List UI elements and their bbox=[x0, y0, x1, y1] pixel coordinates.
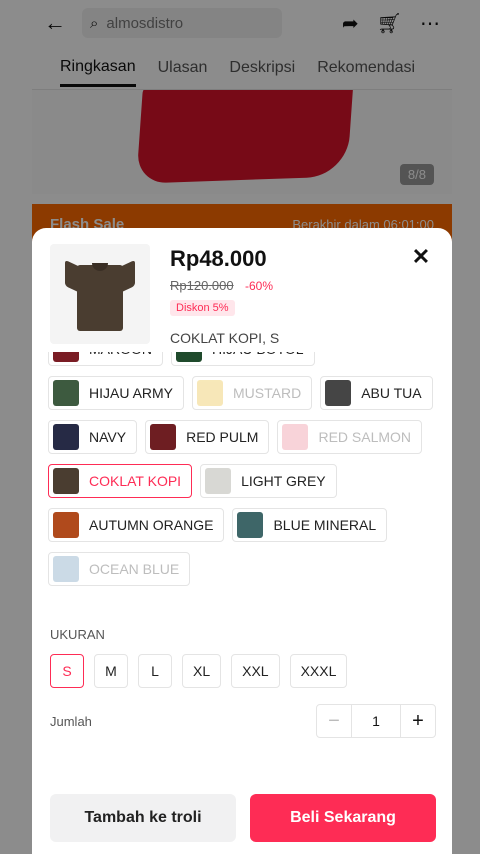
size-options: S M L XL XXL XXXL bbox=[50, 654, 348, 688]
size-option-m[interactable]: M bbox=[94, 654, 128, 688]
color-option-red-salmon: RED SALMON bbox=[277, 420, 423, 454]
color-swatch bbox=[53, 424, 79, 450]
color-label: MAROON bbox=[89, 352, 152, 357]
color-label: MUSTARD bbox=[233, 385, 302, 401]
color-option-navy[interactable]: NAVY bbox=[48, 420, 138, 454]
color-swatch bbox=[282, 424, 309, 450]
variant-sheet: Rp48.000 Rp120.000 -60% Diskon 5% ✕ COKL… bbox=[32, 228, 452, 854]
color-swatch bbox=[53, 468, 79, 494]
size-option-s[interactable]: S bbox=[50, 654, 84, 688]
color-swatch bbox=[197, 380, 224, 406]
close-icon[interactable]: ✕ bbox=[410, 246, 432, 268]
tshirt-image bbox=[65, 255, 135, 333]
color-grid: MAROON HIJAU BOTOL HIJAU ARMY MUSTARD ABU TU… bbox=[48, 352, 448, 596]
color-row: MAROON HIJAU BOTOL bbox=[48, 352, 448, 366]
color-option-mustard: MUSTARD bbox=[192, 376, 313, 410]
color-label: OCEAN BLUE bbox=[89, 561, 180, 577]
color-swatch bbox=[205, 468, 232, 494]
original-price: Rp120.000 bbox=[170, 278, 234, 293]
quantity-stepper: − 1 + bbox=[316, 704, 436, 738]
size-title: UKURAN bbox=[50, 627, 105, 642]
color-label: LIGHT GREY bbox=[241, 473, 326, 489]
color-label: NAVY bbox=[89, 429, 127, 445]
color-option-blue-mineral[interactable]: BLUE MINERAL bbox=[232, 508, 388, 542]
color-row: HIJAU ARMY MUSTARD ABU TUA bbox=[48, 376, 448, 410]
discount-badge: Diskon 5% bbox=[170, 300, 235, 316]
color-label: AUTUMN ORANGE bbox=[89, 517, 214, 533]
color-option-light-grey[interactable]: LIGHT GREY bbox=[200, 464, 337, 498]
color-option-red-pulm[interactable]: RED PULM bbox=[145, 420, 270, 454]
screen: ← ⌕ almosdistro ➦ 🛒︎ ⋯ Ringkasan Ulasan … bbox=[0, 0, 480, 854]
size-option-xl[interactable]: XL bbox=[182, 654, 222, 688]
color-row: AUTUMN ORANGE BLUE MINERAL bbox=[48, 508, 448, 542]
color-swatch bbox=[53, 380, 79, 406]
color-swatch bbox=[53, 352, 79, 362]
color-row: COKLAT KOPI LIGHT GREY bbox=[48, 464, 448, 498]
color-label: HIJAU BOTOL bbox=[212, 352, 304, 357]
color-label: COKLAT KOPI bbox=[89, 473, 182, 489]
increase-quantity-button[interactable]: + bbox=[401, 704, 435, 738]
color-option-autumn-orange[interactable]: AUTUMN ORANGE bbox=[48, 508, 225, 542]
color-row: OCEAN BLUE bbox=[48, 552, 448, 586]
color-label: RED PULM bbox=[186, 429, 259, 445]
size-option-l[interactable]: L bbox=[138, 654, 172, 688]
color-option-hijau-botol[interactable]: HIJAU BOTOL bbox=[171, 352, 315, 366]
color-swatch bbox=[150, 424, 177, 450]
color-options[interactable]: MAROON HIJAU BOTOL HIJAU ARMY MUSTARD ABU TU… bbox=[48, 352, 448, 600]
selected-variant: COKLAT KOPI, S bbox=[170, 330, 280, 346]
color-option-maroon[interactable]: MAROON bbox=[48, 352, 163, 366]
quantity-label: Jumlah bbox=[50, 714, 92, 729]
product-thumbnail bbox=[50, 244, 150, 344]
color-swatch bbox=[53, 512, 79, 538]
color-label: HIJAU ARMY bbox=[89, 385, 174, 401]
color-option-hijau-army[interactable]: HIJAU ARMY bbox=[48, 376, 185, 410]
discount-percent: -60% bbox=[245, 279, 274, 293]
size-option-xxxl[interactable]: XXXL bbox=[289, 654, 348, 688]
current-price: Rp48.000 bbox=[170, 246, 267, 271]
color-label: BLUE MINERAL bbox=[273, 517, 377, 533]
buy-now-button[interactable]: Beli Sekarang bbox=[250, 794, 436, 842]
color-option-abu-tua[interactable]: ABU TUA bbox=[320, 376, 433, 410]
add-to-cart-button[interactable]: Tambah ke troli bbox=[50, 794, 236, 842]
quantity-value[interactable]: 1 bbox=[351, 704, 401, 738]
color-option-coklat-kopi[interactable]: COKLAT KOPI bbox=[48, 464, 193, 498]
color-swatch bbox=[176, 352, 202, 362]
color-row: NAVY RED PULM RED SALMON bbox=[48, 420, 448, 454]
color-label: ABU TUA bbox=[361, 385, 422, 401]
color-swatch bbox=[53, 556, 79, 582]
color-swatch bbox=[237, 512, 264, 538]
color-swatch bbox=[325, 380, 352, 406]
decrease-quantity-button[interactable]: − bbox=[317, 704, 351, 738]
size-option-xxl[interactable]: XXL bbox=[231, 654, 280, 688]
color-option-ocean-blue: OCEAN BLUE bbox=[48, 552, 191, 586]
color-label: RED SALMON bbox=[318, 429, 412, 445]
